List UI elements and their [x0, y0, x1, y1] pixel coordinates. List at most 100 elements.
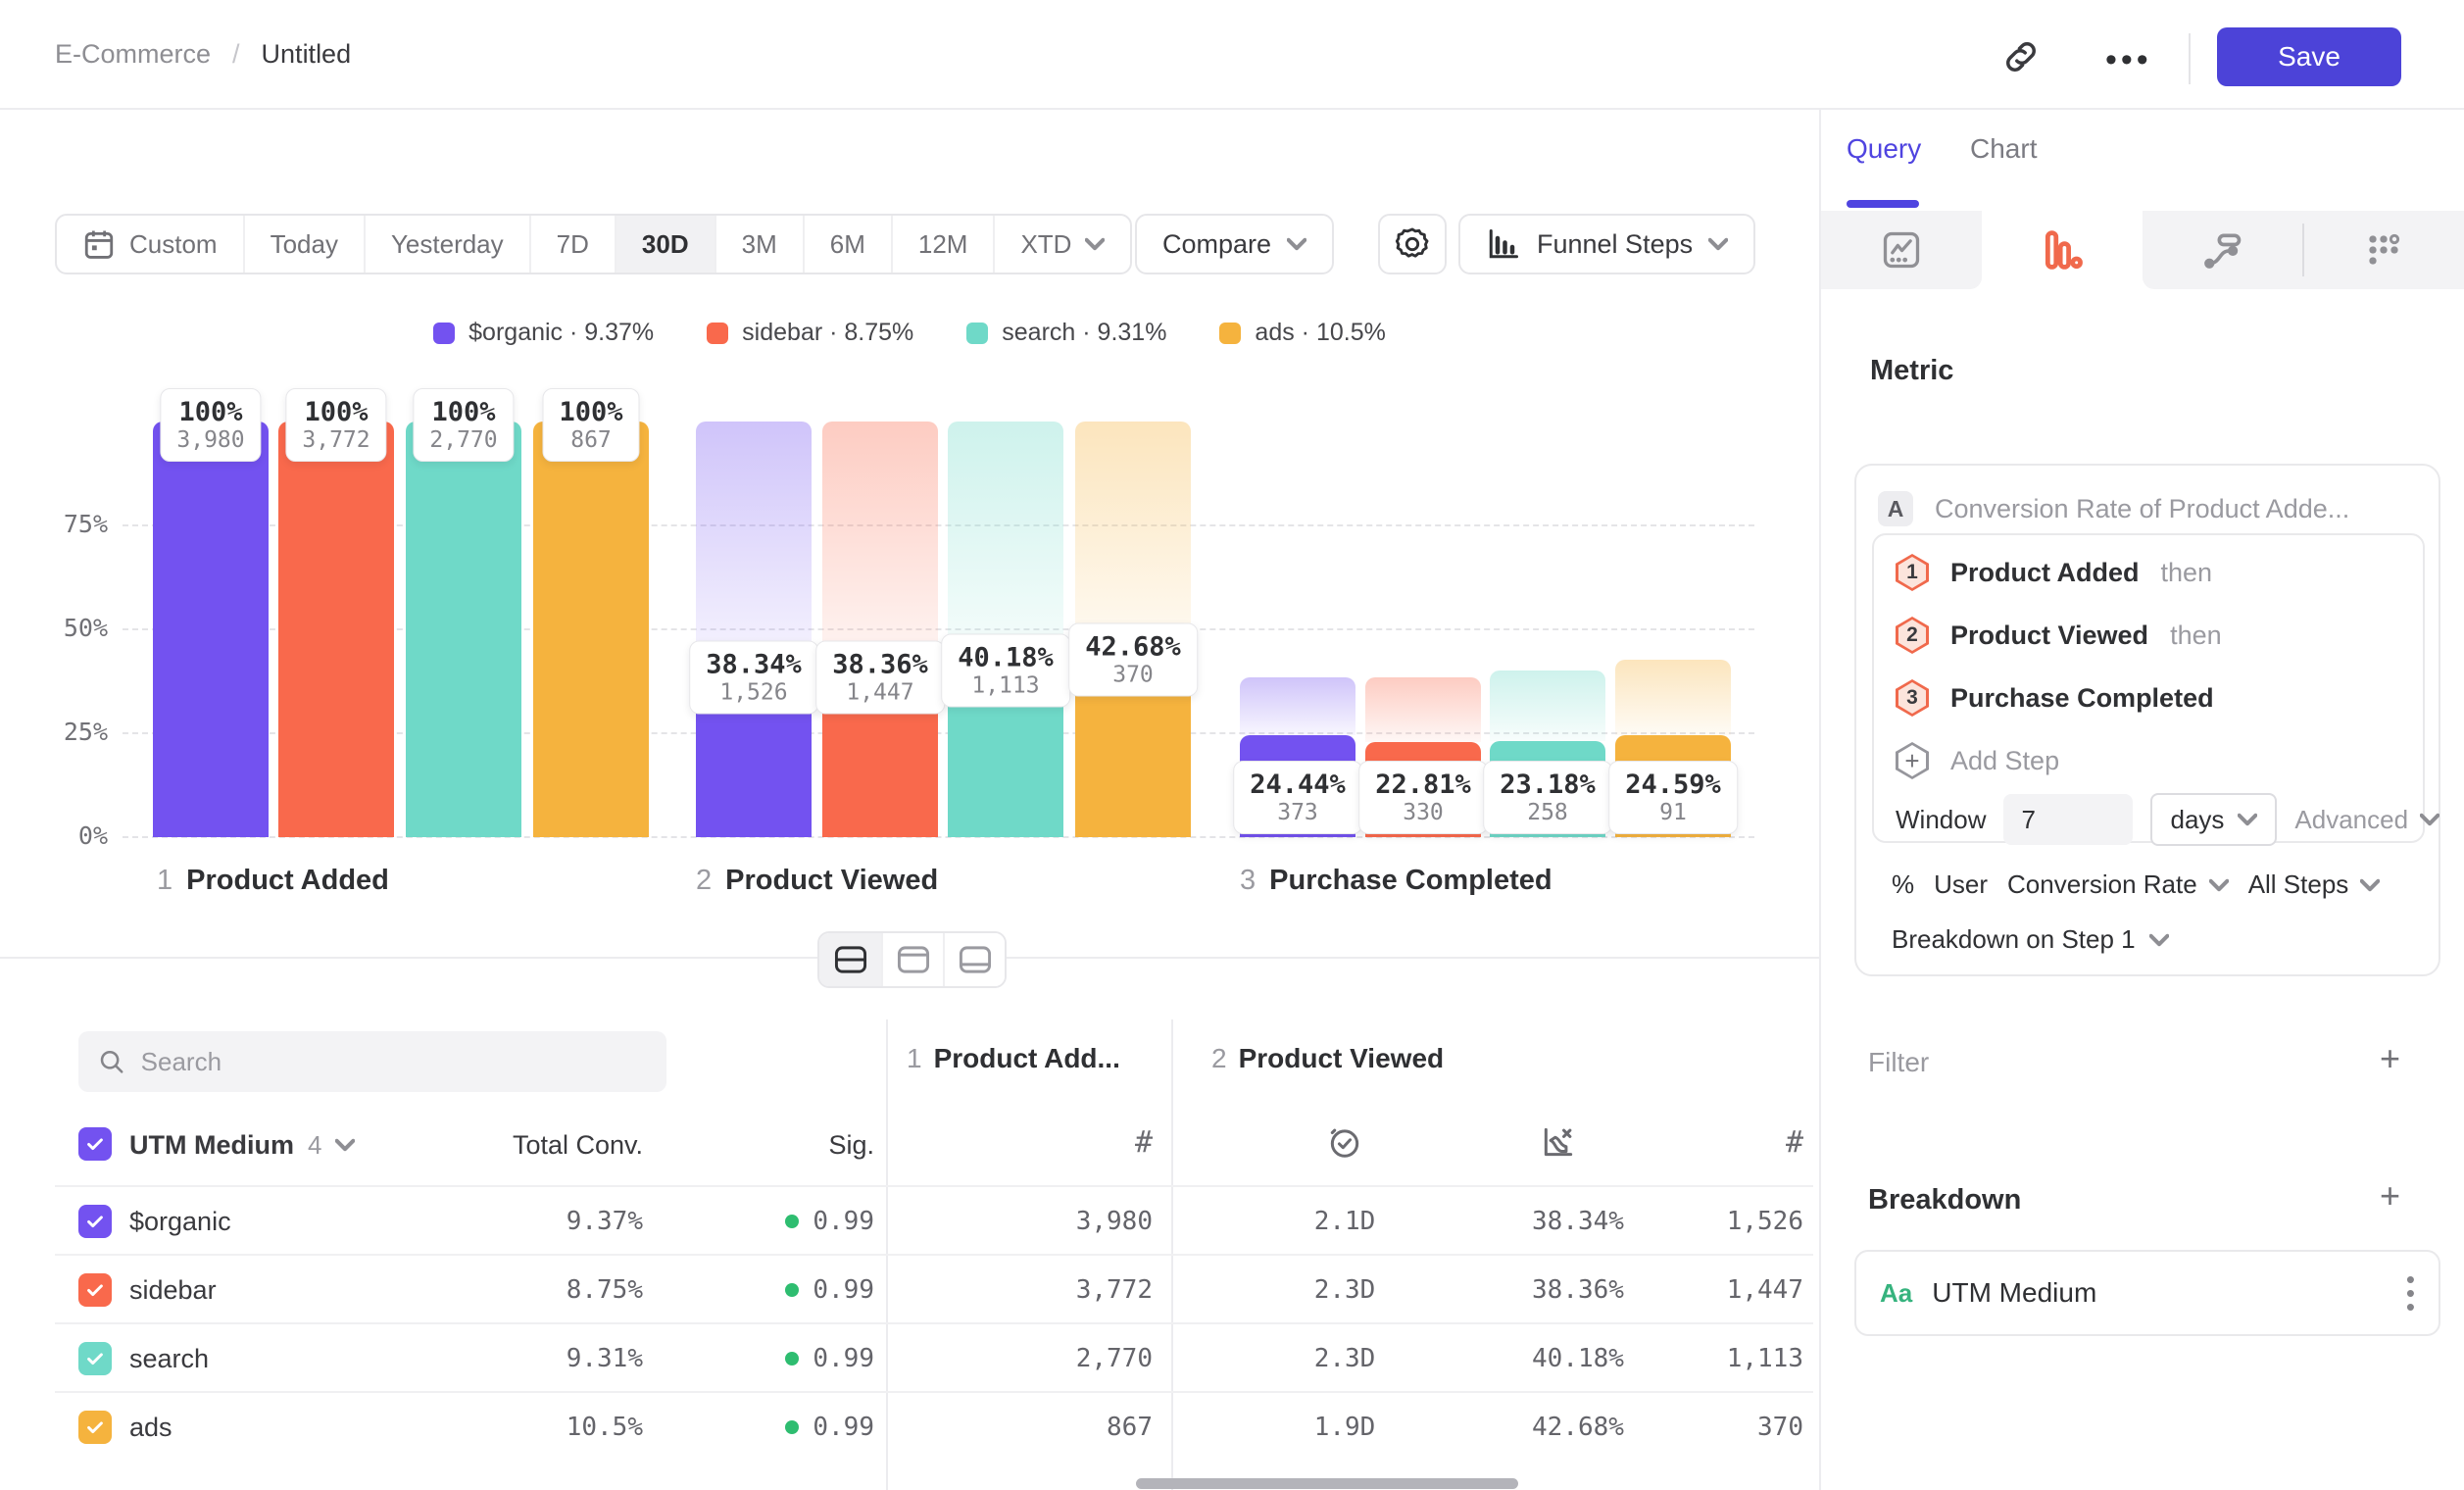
range-12m[interactable]: 12M — [891, 216, 994, 273]
chart-type-tab-segmentation[interactable] — [1821, 211, 1982, 289]
table-row-organic[interactable]: $organic9.37%0.993,9802.1D38.34%1,526 — [55, 1185, 1813, 1254]
range-30d[interactable]: 30D — [615, 216, 715, 273]
query-step-2[interactable]: 2Product Viewedthen — [1896, 604, 2423, 667]
chart-type-tab-journeys[interactable] — [2143, 211, 2303, 289]
legend-item-search[interactable]: search · 9.31% — [966, 319, 1166, 347]
breadcrumb-separator: / — [232, 39, 240, 70]
bar-step2-ads[interactable] — [1075, 660, 1191, 837]
horizontal-scrollbar-thumb[interactable] — [1136, 1478, 1518, 1489]
add-filter-button[interactable]: + — [2380, 1041, 2400, 1076]
breadcrumb-current[interactable]: Untitled — [262, 39, 352, 70]
chart-type-button[interactable]: Funnel Steps — [1458, 214, 1755, 274]
bar-step1-ads[interactable] — [533, 422, 649, 837]
breakdown-heading: Breakdown — [1868, 1184, 2021, 1217]
tab-query[interactable]: Query — [1847, 133, 1921, 165]
compare-button[interactable]: Compare — [1135, 214, 1334, 274]
share-link-button[interactable] — [2001, 37, 2041, 79]
range-7d[interactable]: 7D — [529, 216, 615, 273]
window-value-input[interactable] — [2003, 794, 2133, 845]
legend-item-organic[interactable]: $organic · 9.37% — [433, 319, 654, 347]
chart-settings-button[interactable] — [1378, 214, 1447, 274]
add-step-button[interactable]: +Add Step — [1896, 729, 2423, 792]
chart-type-tab-funnel[interactable] — [1982, 211, 2143, 289]
chevron-down-icon — [2238, 813, 2257, 826]
link-icon — [2001, 37, 2041, 76]
range-xtd[interactable]: XTD — [993, 216, 1130, 273]
advanced-toggle[interactable]: Advanced — [2294, 805, 2439, 835]
table-step1-header[interactable]: 1 Product Add... — [907, 1043, 1120, 1074]
save-button[interactable]: Save — [2217, 27, 2401, 86]
group-count: 4 — [308, 1130, 321, 1161]
group-column-header[interactable]: UTM Medium 4 — [129, 1127, 355, 1163]
bar-step1-sidebar[interactable] — [278, 422, 394, 837]
view-toggle — [817, 931, 1007, 988]
row-name: $organic — [129, 1187, 231, 1256]
query-step-1[interactable]: 1Product Addedthen — [1896, 541, 2423, 604]
measure-prefix[interactable]: % — [1892, 869, 1914, 900]
select-all-checkbox[interactable] — [78, 1127, 112, 1161]
table-step2-header[interactable]: 2 Product Viewed — [1211, 1043, 1444, 1074]
funnel-chart-icon — [2041, 228, 2084, 272]
measure-metric-select[interactable]: Conversion Rate — [2007, 869, 2229, 900]
legend-item-sidebar[interactable]: sidebar · 8.75% — [707, 319, 913, 347]
metric-card: A Conversion Rate of Product Adde... 1Pr… — [1854, 464, 2440, 976]
bar-step2-search[interactable] — [948, 670, 1063, 837]
bar-step1-organic[interactable] — [153, 422, 269, 837]
bar-step3-search[interactable] — [1490, 741, 1605, 837]
tab-chart[interactable]: Chart — [1970, 133, 2037, 165]
range-3m[interactable]: 3M — [715, 216, 803, 273]
breakdown-on-label: Breakdown on Step 1 — [1892, 924, 2136, 955]
row-checkbox[interactable] — [78, 1273, 112, 1307]
range-yesterday[interactable]: Yesterday — [364, 216, 529, 273]
step2-number: 2 — [1211, 1043, 1227, 1074]
step2-count-icon[interactable]: # — [1705, 1125, 1803, 1160]
step1-count-icon[interactable]: # — [1055, 1125, 1153, 1160]
range-6m[interactable]: 6M — [803, 216, 891, 273]
search-input[interactable] — [141, 1047, 647, 1077]
chart-type-tab-more[interactable] — [2303, 211, 2464, 289]
breakdown-on-step-select[interactable]: Breakdown on Step 1 — [1892, 924, 2169, 955]
add-breakdown-button[interactable]: + — [2380, 1178, 2400, 1214]
bar-step3-sidebar[interactable] — [1365, 742, 1481, 837]
range-custom[interactable]: Custom — [57, 216, 243, 273]
metric-title-row[interactable]: A Conversion Rate of Product Adde... — [1878, 491, 2439, 526]
view-toggle-split[interactable] — [819, 933, 881, 986]
view-toggle-table-only[interactable] — [943, 933, 1005, 986]
table-row-ads[interactable]: ads10.5%0.998671.9D42.68%370 — [55, 1391, 1813, 1460]
kebab-menu-icon[interactable]: ••• — [2406, 1272, 2415, 1315]
table-row-search[interactable]: search9.31%0.992,7702.3D40.18%1,113 — [55, 1322, 1813, 1391]
measure-scope-select[interactable]: All Steps — [2248, 869, 2381, 900]
bar-step3-organic[interactable] — [1240, 735, 1355, 837]
more-menu-button[interactable]: ••• — [2105, 41, 2152, 79]
view-toggle-chart-only[interactable] — [881, 933, 943, 986]
sig-column-header[interactable]: Sig. — [698, 1130, 874, 1161]
measure-entity[interactable]: User — [1934, 869, 1988, 900]
row-checkbox[interactable] — [78, 1411, 112, 1444]
y-tick-75: 75% — [39, 510, 108, 538]
row-significance: 0.99 — [698, 1393, 874, 1462]
avg-time-icon[interactable] — [1306, 1123, 1384, 1166]
range-today[interactable]: Today — [243, 216, 364, 273]
row-checkbox[interactable] — [78, 1342, 112, 1375]
ghost-bar-step3-ads — [1615, 660, 1731, 735]
bar-step1-search[interactable] — [406, 422, 521, 837]
legend-item-ads[interactable]: ads · 10.5% — [1219, 319, 1385, 347]
window-unit-select[interactable]: days — [2150, 793, 2277, 846]
table-row-sidebar[interactable]: sidebar8.75%0.993,7722.3D38.36%1,447 — [55, 1254, 1813, 1322]
breakdown-item[interactable]: Aa UTM Medium ••• — [1854, 1250, 2440, 1336]
row-step2-time: 2.1D — [1306, 1187, 1384, 1256]
legend-swatch — [433, 323, 455, 344]
search-icon — [98, 1047, 125, 1076]
breadcrumb-parent[interactable]: E-Commerce — [55, 39, 211, 70]
total-conv-column-header[interactable]: Total Conv. — [447, 1130, 643, 1161]
row-checkbox[interactable] — [78, 1205, 112, 1238]
funnel-steps-icon — [1486, 226, 1521, 262]
dots-grid-icon — [2362, 228, 2405, 272]
breadcrumb: E-Commerce / Untitled — [55, 39, 351, 70]
row-significance: 0.99 — [698, 1256, 874, 1324]
bar-step2-sidebar[interactable] — [822, 677, 938, 837]
bar-step2-organic[interactable] — [696, 677, 812, 837]
query-step-3[interactable]: 3Purchase Completed — [1896, 667, 2423, 729]
conversion-rate-icon[interactable] — [1519, 1123, 1598, 1166]
bar-step3-ads[interactable] — [1615, 735, 1731, 837]
